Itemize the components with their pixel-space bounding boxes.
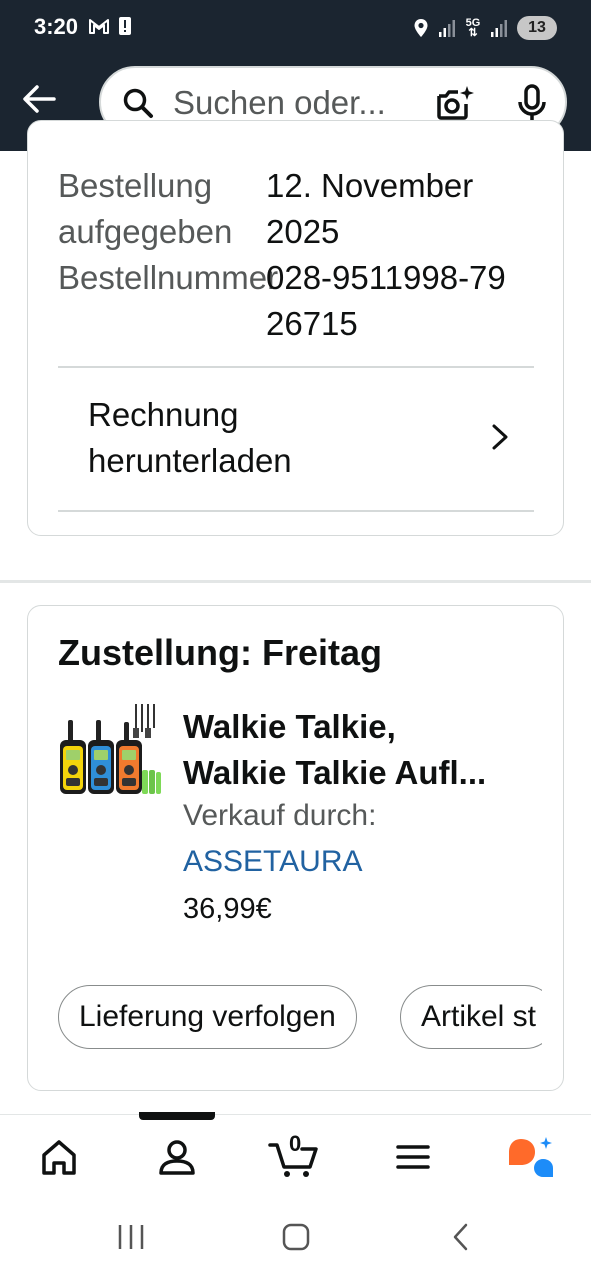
rufus-assistant-icon[interactable] — [507, 1135, 555, 1179]
product-title-line1: Walkie Talkie, — [183, 708, 396, 745]
location-icon — [414, 19, 428, 37]
cancel-items-button[interactable]: Artikel st — [400, 985, 542, 1049]
scroll-indicator — [139, 1112, 215, 1120]
signal-icon — [439, 20, 455, 37]
system-back-icon[interactable] — [450, 1222, 472, 1252]
product-image-walkie-talkies[interactable] — [56, 702, 162, 798]
home-icon[interactable] — [40, 1135, 78, 1179]
camera-search-icon[interactable] — [435, 84, 475, 122]
battery-indicator: 13 — [517, 16, 557, 40]
cart-count: 0 — [289, 1131, 302, 1156]
system-navigation-bar — [0, 1200, 591, 1280]
microphone-icon[interactable] — [515, 84, 549, 124]
divider — [58, 366, 534, 368]
sold-by-label: Verkauf durch: — [183, 799, 377, 832]
menu-icon[interactable] — [396, 1135, 430, 1179]
status-bar: 3:20 5G ⇅ 13 — [0, 0, 591, 56]
network-label: 5G — [465, 17, 481, 29]
product-price: 36,99€ — [183, 893, 272, 925]
recent-apps-icon[interactable] — [116, 1222, 146, 1252]
order-number-label: Bestellnummer — [58, 259, 279, 296]
account-icon[interactable] — [157, 1135, 197, 1179]
divider — [58, 510, 534, 512]
home-button-icon[interactable] — [282, 1222, 310, 1252]
status-right: 5G ⇅ 13 — [413, 14, 557, 42]
bottom-navigation: 0 — [0, 1114, 591, 1201]
search-icon — [123, 88, 153, 118]
action-buttons-row: Lieferung verfolgen Artikel st — [58, 985, 542, 1051]
product-title-line2: Walkie Talkie Aufl... — [183, 754, 487, 791]
back-arrow-icon[interactable] — [20, 80, 58, 118]
seller-link[interactable]: ASSETAURA — [183, 845, 363, 879]
chevron-right-icon — [492, 424, 508, 450]
delivery-title: Zustellung: Freitag — [58, 632, 382, 673]
order-placed-label: Bestellung aufgegeben — [58, 167, 233, 250]
order-number-value: 028-9511998-7926715 — [266, 259, 506, 342]
track-package-button[interactable]: Lieferung verfolgen — [58, 985, 357, 1049]
status-time: 3:20 — [34, 14, 79, 39]
signal-icon-2 — [491, 20, 507, 37]
section-separator — [0, 580, 591, 583]
download-invoice-row[interactable]: Rechnung herunterladen — [58, 370, 534, 510]
search-placeholder[interactable]: Suchen oder... — [173, 84, 413, 122]
gmail-icon — [89, 19, 109, 34]
product-title-link[interactable]: Walkie Talkie, Walkie Talkie Aufl... — [183, 704, 553, 796]
network-type: 5G ⇅ — [465, 17, 481, 39]
order-placed-value: 12. November 2025 — [266, 167, 474, 250]
download-invoice-label: Rechnung herunterladen — [88, 396, 292, 479]
notification-alert-icon — [119, 17, 131, 35]
